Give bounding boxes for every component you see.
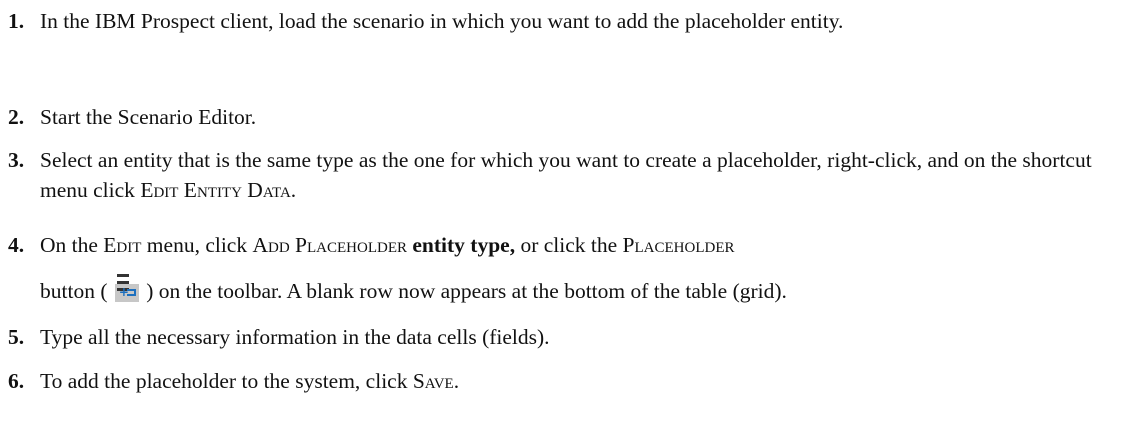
step-text: To add the placeholder to the system, cl… [40, 369, 460, 393]
step-text-continued: button ( + ) on the toolbar. A blank row… [40, 274, 1110, 306]
step-number: 1. [8, 9, 25, 33]
step-number: 4. [8, 233, 25, 257]
step-text: In the IBM Prospect client, load the sce… [40, 9, 844, 33]
step-3: 3. Select an entity that is the same typ… [0, 145, 1110, 205]
command-edit-entity-data: Edit Entity Data [140, 178, 291, 202]
step-6: 6. To add the placeholder to the system,… [0, 366, 1110, 396]
step-number: 5. [8, 325, 25, 349]
step-text: On the Edit menu, click Add Placeholder … [40, 233, 735, 257]
step-1: 1. In the IBM Prospect client, load the … [0, 6, 1110, 36]
step-text: Start the Scenario Editor. [40, 105, 257, 129]
procedure-steps: 1. In the IBM Prospect client, load the … [0, 0, 1122, 428]
step-4-continued: button ( + ) on the toolbar. A blank row… [0, 274, 1110, 306]
command-save: Save [412, 369, 454, 393]
command-add-placeholder: Add Placeholder [252, 233, 407, 257]
step-text: Type all the necessary information in th… [40, 325, 550, 349]
add-placeholder-icon: + [114, 274, 139, 302]
step-number: 2. [8, 105, 25, 129]
step-text: Select an entity that is the same type a… [40, 148, 1092, 202]
step-2: 2. Start the Scenario Editor. [0, 102, 1110, 132]
step-4: 4. On the Edit menu, click Add Placehold… [0, 230, 1110, 260]
step-number: 3. [8, 148, 25, 172]
step-number: 6. [8, 369, 25, 393]
button-name-placeholder: Placeholder [622, 233, 735, 257]
menu-edit: Edit [103, 233, 142, 257]
step-5: 5. Type all the necessary information in… [0, 322, 1110, 352]
